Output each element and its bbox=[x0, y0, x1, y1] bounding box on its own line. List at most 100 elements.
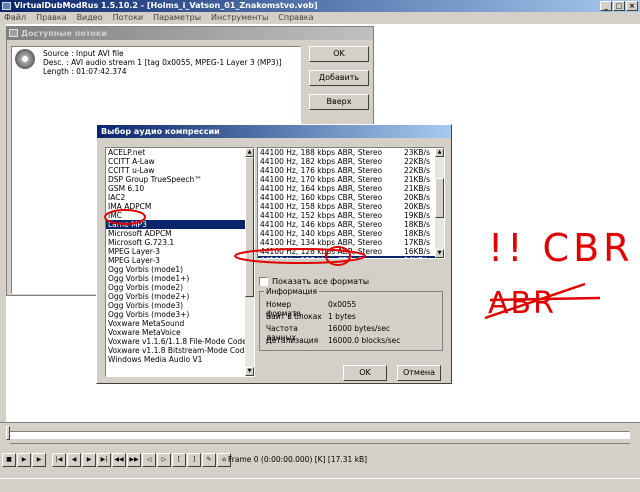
codec-list-item[interactable]: CCITT u-Law bbox=[106, 166, 254, 175]
codec-list-item[interactable]: Voxware v1.1.8 Bitstream-Mode Codecs bbox=[106, 346, 254, 355]
codec-list-item[interactable]: Microsoft G.723.1 bbox=[106, 238, 254, 247]
menu-streams[interactable]: Потоки bbox=[113, 12, 144, 24]
format-list-scrollbar[interactable]: ▲ ▼ bbox=[435, 148, 444, 258]
show-all-formats[interactable]: Показать все форматы bbox=[259, 277, 369, 286]
format-list-item[interactable]: 44100 Hz, 152 kbps ABR, Stereo 19KB/s bbox=[258, 211, 444, 220]
next-keyframe-icon[interactable]: ▶▶ bbox=[127, 453, 141, 467]
compression-dialog-title: Выбор аудио компрессии bbox=[101, 127, 220, 136]
codec-list-item[interactable]: Ogg Vorbis (mode3+) bbox=[106, 310, 254, 319]
format-list-item[interactable]: 44100 Hz, 158 kbps ABR, Stereo 20KB/s bbox=[258, 202, 444, 211]
format-list-item[interactable]: 44100 Hz, 128 kbps ABR, Stereo 16KB/s bbox=[258, 247, 444, 256]
scene-forward-icon[interactable]: ▷ bbox=[157, 453, 171, 467]
format-rate: 20KB/s bbox=[403, 202, 430, 211]
next-frame-icon[interactable]: ▶ bbox=[82, 453, 96, 467]
edit-icon[interactable]: ✎ bbox=[202, 453, 216, 467]
scroll-down-arrow-icon[interactable]: ▼ bbox=[245, 367, 254, 376]
format-rate: 18KB/s bbox=[403, 229, 430, 238]
format-desc: 44100 Hz, 164 kbps ABR, Stereo bbox=[260, 184, 383, 193]
scene-back-icon[interactable]: ◁ bbox=[142, 453, 156, 467]
play-output-icon[interactable]: ▶ bbox=[32, 453, 46, 467]
codec-list-item[interactable]: Voxware MetaVoice bbox=[106, 328, 254, 337]
format-desc: 44100 Hz, 128 kbps CBR, Stereo bbox=[260, 256, 390, 258]
codec-list-item[interactable]: CCITT A-Law bbox=[106, 157, 254, 166]
codec-list-item[interactable]: MPEG Layer-3 bbox=[106, 247, 254, 256]
codec-list-item[interactable]: GSM 6.10 bbox=[106, 184, 254, 193]
position-slider-thumb[interactable] bbox=[6, 426, 10, 440]
stream-desc: Desc. : AVI audio stream 1 [tag 0x0055, … bbox=[43, 58, 282, 67]
codec-list-item[interactable]: IAC2 bbox=[106, 193, 254, 202]
menu-file[interactable]: Файл bbox=[4, 12, 26, 24]
move-up-button[interactable]: Вверх bbox=[309, 94, 369, 110]
prev-keyframe-icon[interactable]: ◀◀ bbox=[112, 453, 126, 467]
menu-tools[interactable]: Инструменты bbox=[211, 12, 268, 24]
prev-frame-icon[interactable]: ◀ bbox=[67, 453, 81, 467]
format-list[interactable]: 44100 Hz, 188 kbps ABR, Stereo 23KB/s 4410… bbox=[257, 147, 445, 259]
format-list-item[interactable]: 44100 Hz, 170 kbps ABR, Stereo 21KB/s bbox=[258, 175, 444, 184]
stop-icon[interactable]: ■ bbox=[2, 453, 16, 467]
format-desc: 44100 Hz, 182 kbps ABR, Stereo bbox=[260, 157, 383, 166]
format-rate: 19KB/s bbox=[403, 211, 430, 220]
compression-dialog-title-bar: Выбор аудио компрессии bbox=[97, 125, 451, 138]
scroll-thumb[interactable] bbox=[245, 157, 254, 297]
maximize-button[interactable]: □ bbox=[613, 1, 625, 11]
codec-list-item[interactable]: IMA ADPCM bbox=[106, 202, 254, 211]
codec-list-item[interactable]: DSP Group TrueSpeech™ bbox=[106, 175, 254, 184]
format-desc: 44100 Hz, 188 kbps ABR, Stereo bbox=[260, 148, 383, 157]
codec-list-item[interactable]: Ogg Vorbis (mode2) bbox=[106, 283, 254, 292]
menu-video[interactable]: Видео bbox=[77, 12, 103, 24]
codec-list-item[interactable]: Voxware MetaSound bbox=[106, 319, 254, 328]
format-desc: 44100 Hz, 176 kbps ABR, Stereo bbox=[260, 166, 383, 175]
codec-list-item[interactable]: Ogg Vorbis (mode1) bbox=[106, 265, 254, 274]
play-input-icon[interactable]: ▶ bbox=[17, 453, 31, 467]
mark-out-icon[interactable]: ] bbox=[187, 453, 201, 467]
codec-list[interactable]: ACELP.net CCITT A-Law CCITT u-Law DSP Group… bbox=[105, 147, 255, 377]
codec-list-item[interactable]: IMC bbox=[106, 211, 254, 220]
streams-dialog-title: Доступные потоки bbox=[21, 29, 107, 38]
streams-ok-button[interactable]: OK bbox=[309, 46, 369, 62]
playback-toolbar: ■ ▶ ▶ |◀ ◀ ▶ ▶| ◀◀ ▶▶ ◁ ▷ [ ] ✎ ⌂ bbox=[2, 453, 231, 467]
menu-options[interactable]: Параметры bbox=[153, 12, 201, 24]
format-list-item[interactable]: 44100 Hz, 160 kbps CBR, Stereo 20KB/s bbox=[258, 193, 444, 202]
stream-item[interactable]: Source : Input AVI file Desc. : AVI audi… bbox=[12, 47, 300, 78]
codec-list-item[interactable]: Windows Media Audio V1 bbox=[106, 355, 254, 364]
close-button[interactable]: × bbox=[626, 1, 638, 11]
position-slider-track[interactable] bbox=[8, 431, 630, 439]
go-start-icon[interactable]: |◀ bbox=[52, 453, 66, 467]
format-list-item[interactable]: 44100 Hz, 164 kbps ABR, Stereo 21KB/s bbox=[258, 184, 444, 193]
format-rate: 22KB/s bbox=[403, 157, 430, 166]
menu-edit[interactable]: Правка bbox=[36, 12, 66, 24]
codec-list-item[interactable]: ACELP.net bbox=[106, 148, 254, 157]
show-all-checkbox[interactable] bbox=[259, 277, 268, 286]
codec-list-item[interactable]: Ogg Vorbis (mode3) bbox=[106, 301, 254, 310]
minimize-button[interactable]: _ bbox=[600, 1, 612, 11]
scroll-thumb[interactable] bbox=[435, 178, 444, 218]
menu-help[interactable]: Справка bbox=[278, 12, 313, 24]
format-list-item[interactable]: 44100 Hz, 176 kbps ABR, Stereo 22KB/s bbox=[258, 166, 444, 175]
go-end-icon[interactable]: ▶| bbox=[97, 453, 111, 467]
codec-list-item[interactable]: MPEG Layer-3 bbox=[106, 256, 254, 265]
format-list-item[interactable]: 44100 Hz, 140 kbps ABR, Stereo 18KB/s bbox=[258, 229, 444, 238]
mark-in-icon[interactable]: [ bbox=[172, 453, 186, 467]
format-desc: 44100 Hz, 158 kbps ABR, Stereo bbox=[260, 202, 383, 211]
codec-list-item[interactable]: Microsoft ADPCM bbox=[106, 229, 254, 238]
format-desc: 44100 Hz, 170 kbps ABR, Stereo bbox=[260, 175, 383, 184]
format-list-item[interactable]: 44100 Hz, 146 kbps ABR, Stereo 18KB/s bbox=[258, 220, 444, 229]
codec-list-item[interactable]: Lame MP3 bbox=[106, 220, 254, 229]
format-list-item[interactable]: 44100 Hz, 128 kbps CBR, Stereo16KB/s bbox=[258, 256, 444, 258]
status-bar bbox=[0, 478, 640, 492]
ok-button[interactable]: OK bbox=[343, 365, 387, 381]
format-list-item[interactable]: 44100 Hz, 182 kbps ABR, Stereo 22KB/s bbox=[258, 157, 444, 166]
format-list-item[interactable]: 44100 Hz, 188 kbps ABR, Stereo 23KB/s bbox=[258, 148, 444, 157]
add-stream-button[interactable]: Добавить bbox=[309, 70, 369, 86]
codec-list-item[interactable]: Ogg Vorbis (mode2+) bbox=[106, 292, 254, 301]
app-icon bbox=[2, 2, 11, 10]
annotation-cbr-text: !! CBR bbox=[488, 226, 634, 270]
codec-list-scrollbar[interactable]: ▲ ▼ bbox=[245, 148, 254, 376]
scroll-up-arrow-icon[interactable]: ▲ bbox=[245, 148, 254, 157]
scroll-down-arrow-icon[interactable]: ▼ bbox=[435, 249, 444, 258]
scroll-up-arrow-icon[interactable]: ▲ bbox=[435, 148, 444, 157]
cancel-button[interactable]: Отмена bbox=[397, 365, 441, 381]
format-list-item[interactable]: 44100 Hz, 134 kbps ABR, Stereo 17KB/s bbox=[258, 238, 444, 247]
codec-list-item[interactable]: Ogg Vorbis (mode1+) bbox=[106, 274, 254, 283]
codec-list-item[interactable]: Voxware v1.1.6/1.1.8 File-Mode Codecs bbox=[106, 337, 254, 346]
